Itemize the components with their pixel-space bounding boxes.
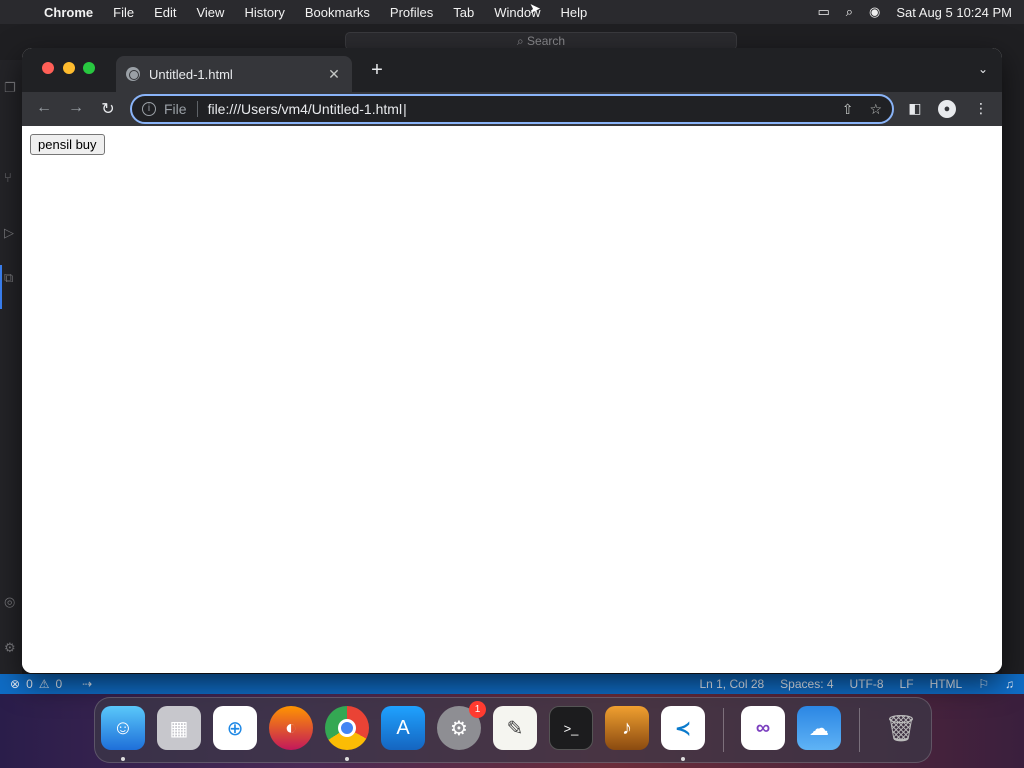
vscode-editor-edge <box>1002 60 1024 674</box>
status-encoding[interactable]: UTF-8 <box>850 677 884 691</box>
scheme-chip[interactable]: File <box>164 101 198 117</box>
minimize-window-button[interactable] <box>63 62 75 74</box>
menu-app-name[interactable]: Chrome <box>44 5 93 20</box>
app-store-icon[interactable]: A <box>381 706 425 750</box>
status-problems[interactable]: ⊗ 0 ⚠ 0 ⇢ <box>10 677 92 691</box>
close-tab-icon[interactable]: ✕ <box>326 66 342 83</box>
menu-tab[interactable]: Tab <box>453 5 474 20</box>
status-indentation[interactable]: Spaces: 4 <box>780 677 833 691</box>
tab-title: Untitled-1.html <box>149 66 233 82</box>
extensions-icon[interactable]: ⧉ <box>4 270 18 286</box>
status-right-items: Ln 1, Col 28 Spaces: 4 UTF-8 LF HTML ⚐ ♫ <box>699 677 1014 691</box>
error-icon: ⊗ <box>10 677 21 691</box>
terminal-icon[interactable]: >_ <box>549 706 593 750</box>
zoom-window-button[interactable] <box>83 62 95 74</box>
profile-avatar-icon[interactable]: ● <box>938 100 956 118</box>
pensil-buy-button[interactable]: pensil buy <box>30 134 105 155</box>
menu-bookmarks[interactable]: Bookmarks <box>305 5 370 20</box>
trash-icon[interactable]: 🗑 <box>879 706 923 750</box>
finder-icon[interactable]: ☺ <box>101 706 145 750</box>
notifications-bell-icon[interactable]: ♫ <box>1005 677 1014 691</box>
menu-extras: ▭ ⌕ ◉ Sat Aug 5 10:24 PM <box>817 4 1012 20</box>
chrome-running-dot <box>345 757 349 761</box>
menu-edit[interactable]: Edit <box>154 5 176 20</box>
reload-icon[interactable]: ↻ <box>98 99 118 119</box>
chrome-window: Untitled-1.html ✕ + ⌄ ← → ↻ i File file:… <box>22 48 1002 673</box>
vscode-activity-bar: ❐ ⑂ ▷ ⧉ ◎ ⚙ <box>0 60 22 674</box>
source-control-icon[interactable]: ⑂ <box>4 170 18 186</box>
menu-history[interactable]: History <box>244 5 284 20</box>
status-warning-count: 0 <box>55 677 63 691</box>
live-share-icon[interactable]: ⇢ <box>82 677 92 691</box>
share-icon[interactable]: ⇧ <box>842 101 854 118</box>
tab-strip: Untitled-1.html ✕ + ⌄ <box>22 48 1002 92</box>
globe-icon <box>126 67 140 81</box>
system-settings-badge: 1 <box>469 701 486 718</box>
run-debug-icon[interactable]: ▷ <box>4 225 18 241</box>
vscode-status-bar: ⊗ 0 ⚠ 0 ⇢ Ln 1, Col 28 Spaces: 4 UTF-8 L… <box>0 674 1024 694</box>
status-cursor-position[interactable]: Ln 1, Col 28 <box>699 677 764 691</box>
weather-icon[interactable]: ☁ <box>797 706 841 750</box>
address-bar[interactable]: i File file:///Users/vm4/Untitled-1.html… <box>130 94 894 124</box>
dock: ☺ ▦ ⊕ ◐ A ⚙ 1 ✎ >_ ♪ ≺ ∞ ☁ 🗑 <box>94 697 932 763</box>
dock-separator <box>723 708 724 752</box>
menu-view[interactable]: View <box>196 5 224 20</box>
warning-icon: ⚠ <box>38 677 50 691</box>
tab-search-chevron-icon[interactable]: ⌄ <box>978 62 988 76</box>
vscode-icon[interactable]: ≺ <box>661 706 705 750</box>
safari-icon[interactable]: ⊕ <box>213 706 257 750</box>
page-viewport: pensil buy <box>22 126 1002 673</box>
mouse-cursor-icon: ➤ <box>529 0 541 16</box>
browser-toolbar: ← → ↻ i File file:///Users/vm4/Untitled-… <box>22 92 1002 126</box>
more-menu-icon[interactable]: ⋮ <box>972 100 990 117</box>
feedback-icon[interactable]: ⚐ <box>978 677 989 691</box>
url-text[interactable]: file:///Users/vm4/Untitled-1.html <box>208 101 826 117</box>
back-arrow-icon[interactable]: ← <box>34 99 54 117</box>
finder-running-dot <box>121 757 125 761</box>
dock-separator-2 <box>859 708 860 752</box>
textedit-icon[interactable]: ✎ <box>493 706 537 750</box>
visual-studio-icon[interactable]: ∞ <box>741 706 785 750</box>
forward-arrow-icon[interactable]: → <box>66 99 86 117</box>
menu-profiles[interactable]: Profiles <box>390 5 433 20</box>
close-window-button[interactable] <box>42 62 54 74</box>
control-center-icon[interactable]: ◉ <box>869 4 880 20</box>
vscode-search-placeholder: Search <box>527 34 566 48</box>
activity-active-indicator <box>0 265 2 309</box>
menu-bar: Chrome File Edit View History Bookmarks … <box>0 0 1024 24</box>
new-tab-icon[interactable]: + <box>368 60 386 80</box>
accounts-icon[interactable]: ◎ <box>4 594 18 610</box>
side-panel-icon[interactable]: ◧ <box>906 100 924 117</box>
firefox-icon[interactable]: ◐ <box>269 706 313 750</box>
chrome-icon[interactable] <box>325 706 369 750</box>
menu-help[interactable]: Help <box>561 5 588 20</box>
launchpad-icon[interactable]: ▦ <box>157 706 201 750</box>
menu-file[interactable]: File <box>113 5 134 20</box>
manage-gear-icon[interactable]: ⚙ <box>4 640 18 656</box>
garageband-icon[interactable]: ♪ <box>605 706 649 750</box>
status-language[interactable]: HTML <box>930 677 963 691</box>
bookmark-star-icon[interactable]: ☆ <box>869 101 882 118</box>
spotlight-search-icon[interactable]: ⌕ <box>846 4 853 20</box>
explorer-icon[interactable]: ❐ <box>4 80 18 96</box>
status-eol[interactable]: LF <box>900 677 914 691</box>
vscode-running-dot <box>681 757 685 761</box>
screen-mirroring-icon[interactable]: ▭ <box>817 4 829 20</box>
site-info-icon[interactable]: i <box>142 102 156 116</box>
status-error-count: 0 <box>26 677 33 691</box>
menu-clock[interactable]: Sat Aug 5 10:24 PM <box>896 5 1012 20</box>
browser-tab[interactable]: Untitled-1.html ✕ <box>116 56 352 92</box>
